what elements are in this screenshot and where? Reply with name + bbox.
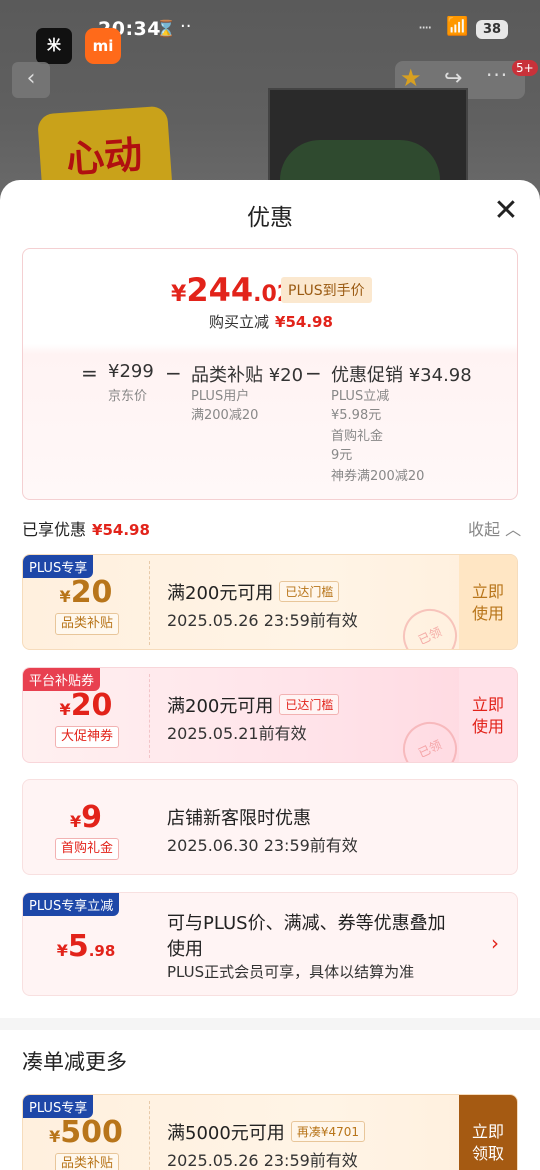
coupon-amount: ¥20 bbox=[23, 688, 149, 723]
subsidy-line-2: 满200减20 bbox=[191, 408, 259, 423]
coupon-threshold-pill: 已达门槛 bbox=[279, 694, 340, 715]
coupon-note: PLUS正式会员可享，具体以结算为准 bbox=[167, 963, 415, 981]
section-divider bbox=[0, 1018, 540, 1030]
coupon-amount: ¥500 bbox=[23, 1115, 149, 1150]
equals-sign: = bbox=[81, 361, 98, 385]
hourglass-icon: ⌛ bbox=[156, 19, 176, 38]
status-bar: 20:34 ⌛ ·· ···· 📶 38 bbox=[0, 14, 540, 48]
price-summary: ¥244.02 PLUS到手价 购买立减 ¥54.98 = ¥299 京东价 − … bbox=[22, 248, 518, 500]
coupon-amount: ¥5.98 bbox=[23, 929, 149, 964]
coupon-title: 店铺新客限时优惠 bbox=[167, 808, 311, 829]
coupon-validity: 2025.05.21前有效 bbox=[167, 724, 307, 743]
minus-sign: − bbox=[165, 361, 182, 385]
buy-discount-label: 购买立减 bbox=[209, 313, 270, 331]
coupon-title-text: 满200元可用 bbox=[167, 583, 274, 604]
coupon-title-text: 满200元可用 bbox=[167, 696, 274, 717]
plus-discount-card[interactable]: PLUS专享立减 ¥5.98 可与PLUS价、满减、券等优惠叠加 使用 PLUS… bbox=[22, 892, 518, 996]
close-icon[interactable]: ✕ bbox=[490, 196, 522, 228]
claimed-stamp: 已领 bbox=[394, 713, 466, 762]
promo-banner-text: 心动 bbox=[64, 132, 144, 182]
coupon-currency: ¥ bbox=[59, 587, 71, 606]
promo-line-2: ¥5.98元 bbox=[331, 408, 382, 423]
claimed-stamp: 已领 bbox=[394, 600, 466, 649]
minus-sign: − bbox=[305, 361, 322, 385]
promo-line-1: PLUS立减 bbox=[331, 389, 390, 404]
coupon-card: PLUS专享 ¥20 品类补贴 满200元可用 已达门槛 2025.05.26 2… bbox=[22, 554, 518, 650]
coupon-title-line-1: 可与PLUS价、满减、券等优惠叠加 bbox=[167, 913, 446, 934]
coupon-amount: ¥9 bbox=[23, 800, 149, 835]
buy-discount-line: 购买立减 ¥54.98 bbox=[209, 311, 333, 332]
notification-dots-icon: ·· bbox=[180, 16, 192, 37]
collapse-toggle[interactable]: 收起 ︿ bbox=[468, 516, 521, 540]
promo-line-5: 神券满200减20 bbox=[331, 469, 425, 484]
coupon-currency: ¥ bbox=[56, 941, 68, 960]
claim-now-button[interactable]: 立即 领取 bbox=[459, 1095, 517, 1170]
wifi-icon: 📶 bbox=[446, 16, 469, 37]
coupon-title-text: 满5000元可用 bbox=[167, 1123, 285, 1144]
product-page-backdrop[interactable]: 20:34 ⌛ ·· ···· 📶 38 米 mi ‹ ★ ↪ ··· 5+ 心… bbox=[0, 0, 540, 200]
promo-line-4: 9元 bbox=[331, 448, 353, 463]
back-button[interactable]: ‹ bbox=[12, 62, 50, 98]
xiaomi-logo-icon[interactable]: mi bbox=[85, 28, 121, 64]
coupon-kind: 品类补贴 bbox=[55, 1153, 119, 1170]
coupon-threshold-pill: 再凑¥4701 bbox=[290, 1121, 365, 1142]
buy-discount-value: ¥54.98 bbox=[275, 313, 333, 331]
coupon-divider bbox=[149, 561, 150, 645]
coupon-card: ¥9 首购礼金 店铺新客限时优惠 2025.06.30 23:59前有效 bbox=[22, 779, 518, 875]
coupon-validity: 2025.05.26 23:59前有效 bbox=[167, 1151, 358, 1170]
coupon-divider bbox=[149, 1101, 150, 1170]
coupon-decimal: .98 bbox=[88, 942, 116, 960]
mijia-app-icon[interactable]: 米 bbox=[36, 28, 72, 64]
coupon-validity: 2025.06.30 23:59前有效 bbox=[167, 836, 358, 855]
message-badge: 5+ bbox=[512, 60, 538, 76]
coupon-divider bbox=[149, 674, 150, 758]
coupon-validity: 2025.05.26 23:59前有效 bbox=[167, 611, 358, 630]
sheet-title: 优惠 bbox=[247, 205, 293, 231]
coupon-kind: 品类补贴 bbox=[55, 613, 119, 635]
coupon-currency: ¥ bbox=[69, 812, 82, 831]
coupon-kind: 大促神券 bbox=[55, 726, 119, 748]
enjoyed-discount: 已享优惠 ¥54.98 bbox=[22, 516, 150, 540]
coupon-kind: 首购礼金 bbox=[55, 838, 119, 860]
use-now-button[interactable]: 立即 使用 bbox=[459, 555, 517, 649]
chevron-right-icon[interactable]: › bbox=[491, 931, 499, 955]
coupon-value: 5 bbox=[67, 929, 89, 964]
jd-price-label: 京东价 bbox=[108, 389, 148, 404]
final-price-integer: 244 bbox=[186, 271, 254, 309]
coupon-title: 满200元可用 已达门槛 bbox=[167, 579, 340, 605]
discount-sheet: 优惠 ✕ ¥244.02 PLUS到手价 购买立减 ¥54.98 = ¥299 京… bbox=[0, 180, 540, 1170]
plus-price-tag: PLUS到手价 bbox=[281, 277, 372, 303]
subsidy-line-1: PLUS用户 bbox=[191, 389, 250, 404]
promotion-discount: 优惠促销 ¥34.98 bbox=[331, 365, 472, 386]
jd-price: ¥299 bbox=[108, 361, 154, 382]
coupon-card: 平台补贴券 ¥20 大促神券 满200元可用 已达门槛 2025.05.21前有效… bbox=[22, 667, 518, 763]
coupon-title: 满200元可用 已达门槛 bbox=[167, 692, 340, 718]
final-price: ¥244.02 bbox=[171, 271, 292, 309]
battery-icon: 38 bbox=[476, 20, 508, 39]
category-subsidy: 品类补贴 ¥20 bbox=[191, 365, 304, 386]
more-icon[interactable]: ··· bbox=[486, 63, 508, 87]
promo-line-3: 首购礼金 bbox=[331, 429, 384, 444]
more-discounts-title: 凑单减更多 bbox=[22, 1050, 127, 1074]
enjoyed-value: ¥54.98 bbox=[92, 521, 150, 539]
coupon-title: 满5000元可用 再凑¥4701 bbox=[167, 1119, 365, 1145]
coupon-value: 9 bbox=[81, 800, 102, 835]
use-now-button[interactable]: 立即 使用 bbox=[459, 668, 517, 762]
coupon-card: PLUS专享 ¥500 品类补贴 满5000元可用 再凑¥4701 2025.05… bbox=[22, 1094, 518, 1170]
final-price-symbol: ¥ bbox=[171, 282, 187, 307]
coupon-currency: ¥ bbox=[49, 1127, 61, 1146]
coupon-value: 20 bbox=[70, 575, 113, 610]
coupon-currency: ¥ bbox=[59, 700, 71, 719]
coupon-title-line-2: 使用 bbox=[167, 939, 203, 960]
signal-icon: ···· bbox=[418, 18, 432, 37]
coupon-tag: PLUS专享立减 bbox=[23, 893, 120, 916]
coupon-value: 20 bbox=[70, 688, 113, 723]
coupon-value: 500 bbox=[60, 1115, 123, 1150]
coupon-amount: ¥20 bbox=[23, 575, 149, 610]
enjoyed-label: 已享优惠 bbox=[22, 520, 87, 539]
coupon-threshold-pill: 已达门槛 bbox=[279, 581, 340, 602]
